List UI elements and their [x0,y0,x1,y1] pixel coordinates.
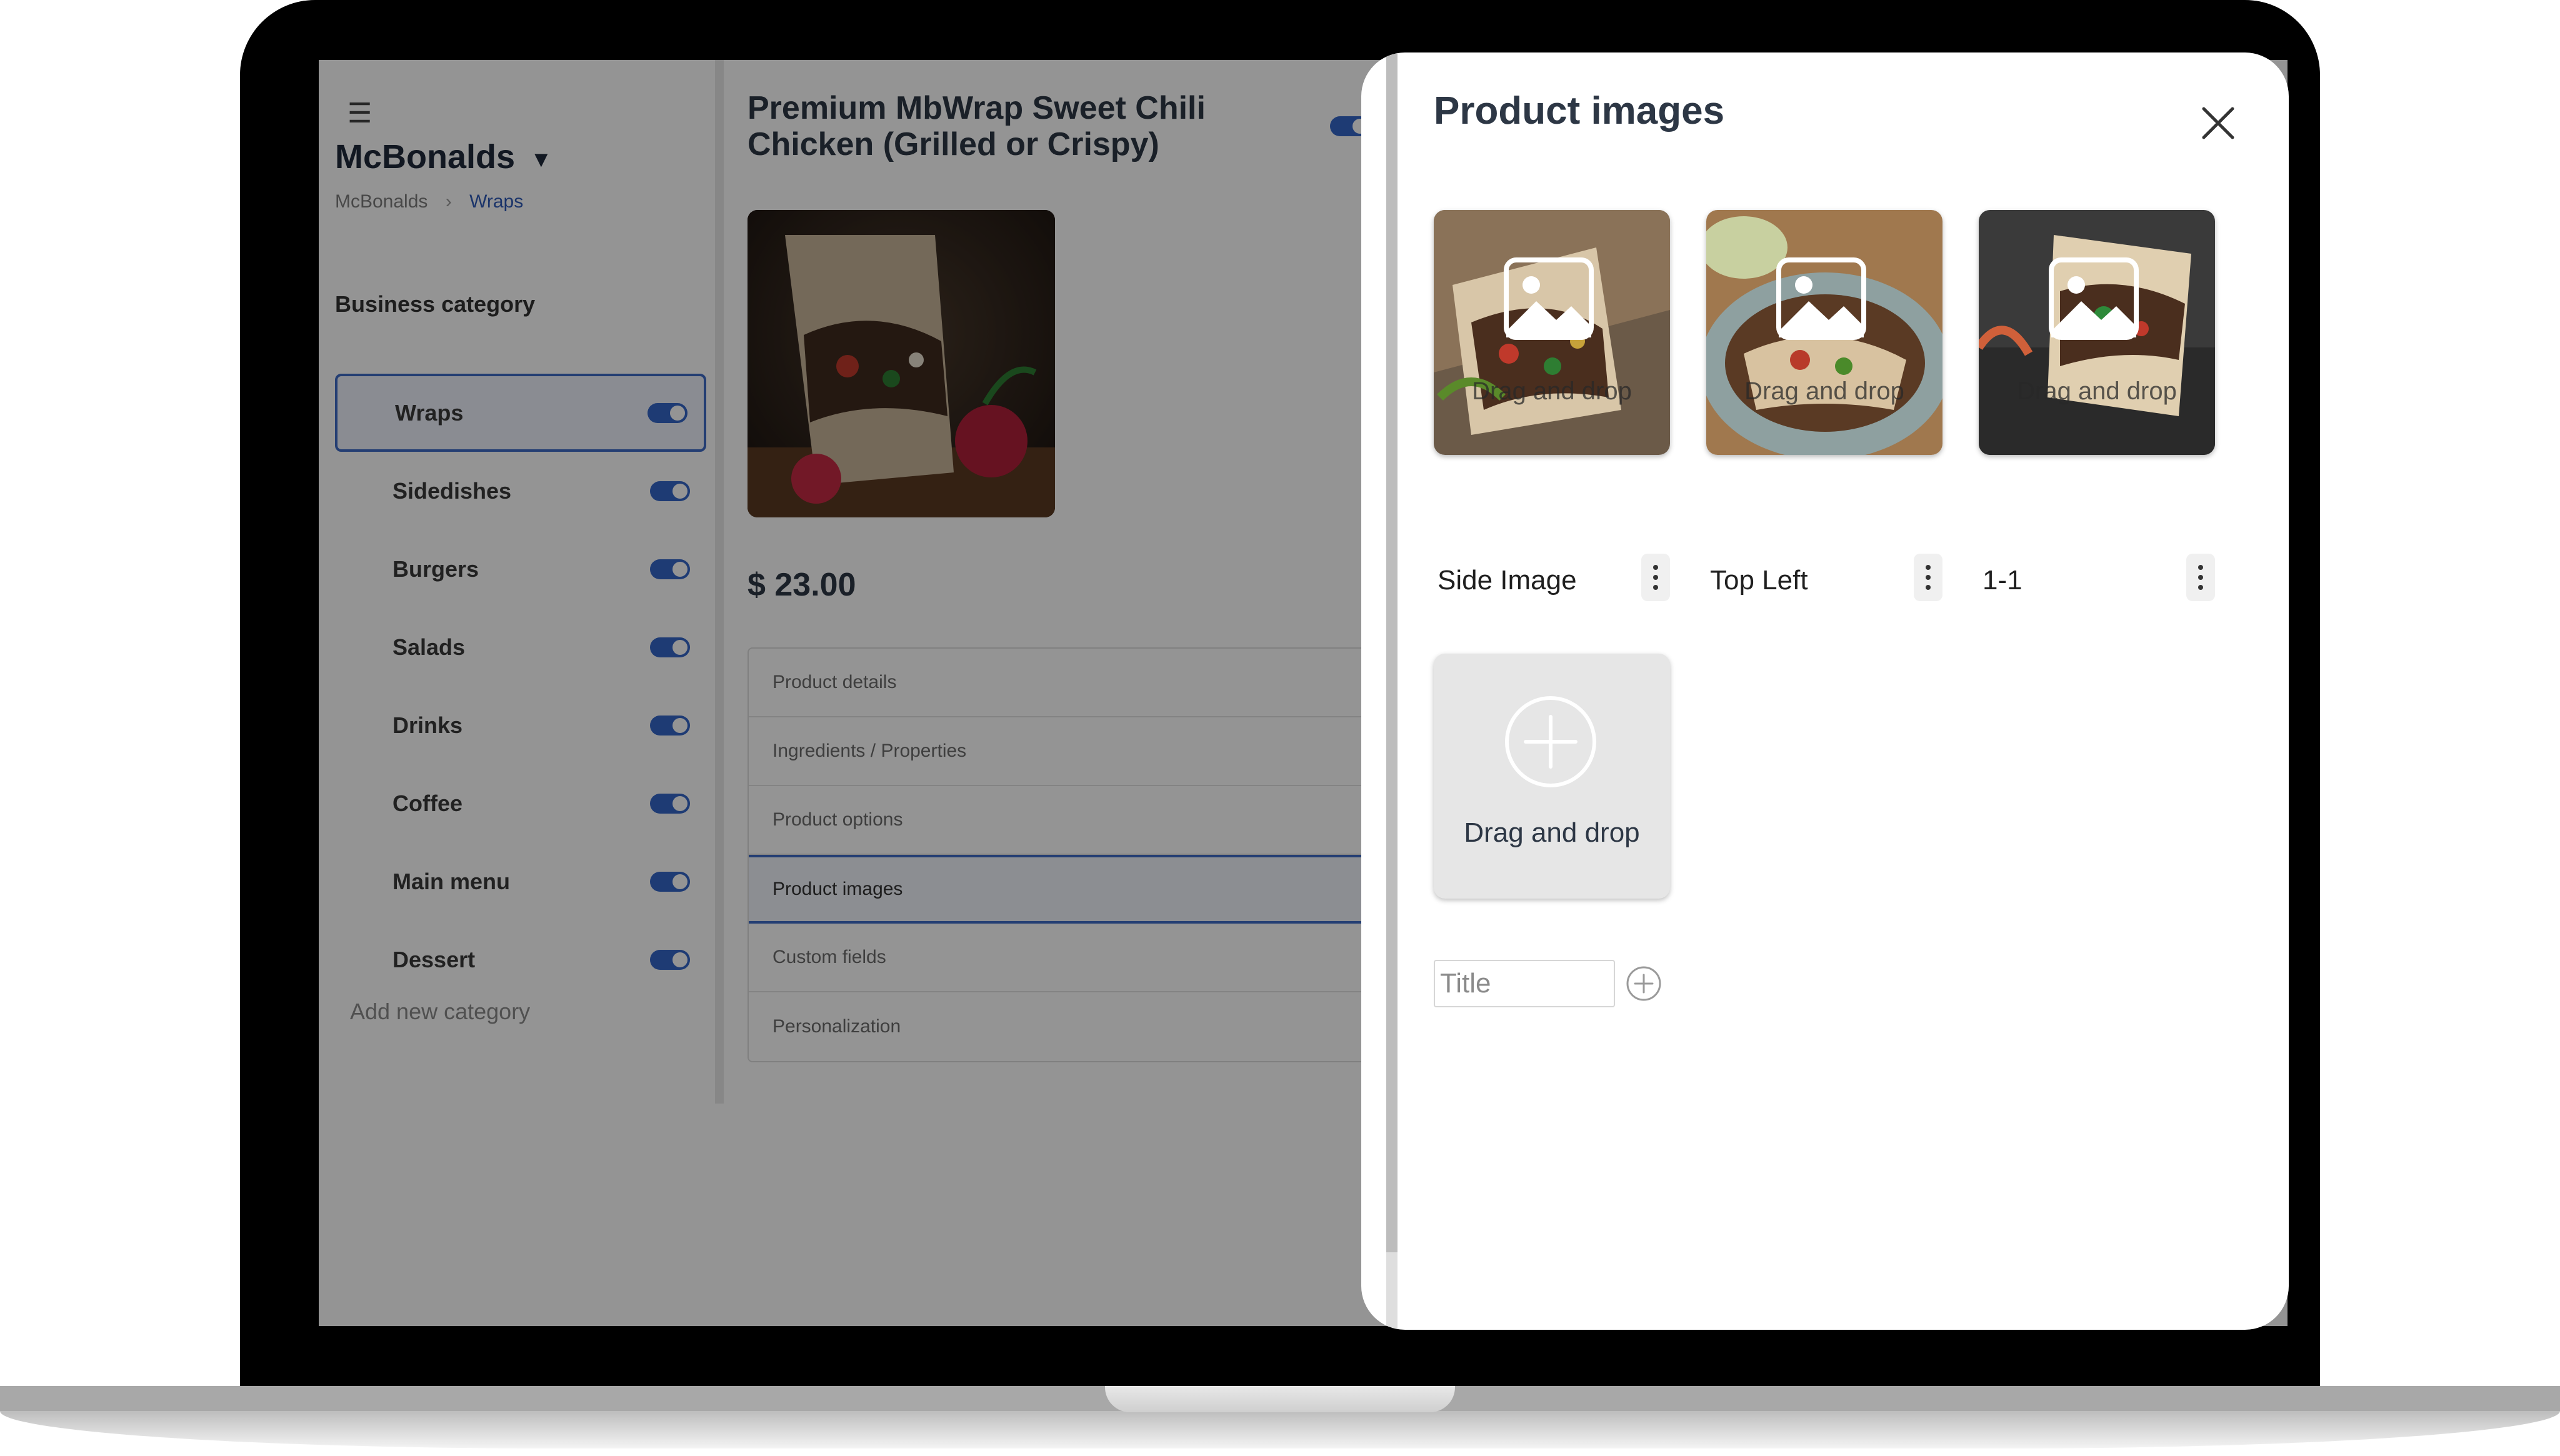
more-options-icon[interactable] [1641,554,1670,601]
add-title-icon[interactable] [1625,965,1662,1002]
image-caption[interactable]: Top Left [1710,565,1808,596]
plus-circle-icon [1505,696,1596,787]
image-placeholder-icon [2049,257,2139,340]
product-images-panel: Product images Drag and drop Drag and dr… [1361,52,2289,1330]
drop-label: Drag and drop [2017,377,2177,405]
image-caption[interactable]: Side Image [1438,565,1577,596]
image-placeholder-icon [1776,257,1866,340]
add-image-dropzone[interactable]: Drag and drop [1434,654,1670,899]
drop-label: Drag and drop [1464,817,1640,848]
drop-label: Drag and drop [1744,377,1904,405]
image-caption[interactable]: 1-1 [1982,565,2022,596]
laptop-base-bottom [0,1411,2560,1449]
image-card-1-1[interactable]: Drag and drop [1979,210,2215,455]
scrollbar[interactable] [1386,52,1398,1330]
more-options-icon[interactable] [2186,554,2215,601]
close-icon[interactable] [2199,104,2238,142]
laptop-notch [1105,1386,1455,1412]
panel-title: Product images [1434,89,1725,132]
image-card-side[interactable]: Drag and drop [1434,210,1670,455]
image-placeholder-icon [1504,257,1594,340]
scrollbar-thumb[interactable] [1386,52,1398,1252]
image-title-input[interactable] [1434,960,1615,1007]
drop-label: Drag and drop [1472,377,1632,405]
image-card-top-left[interactable]: Drag and drop [1706,210,1942,455]
more-options-icon[interactable] [1914,554,1942,601]
